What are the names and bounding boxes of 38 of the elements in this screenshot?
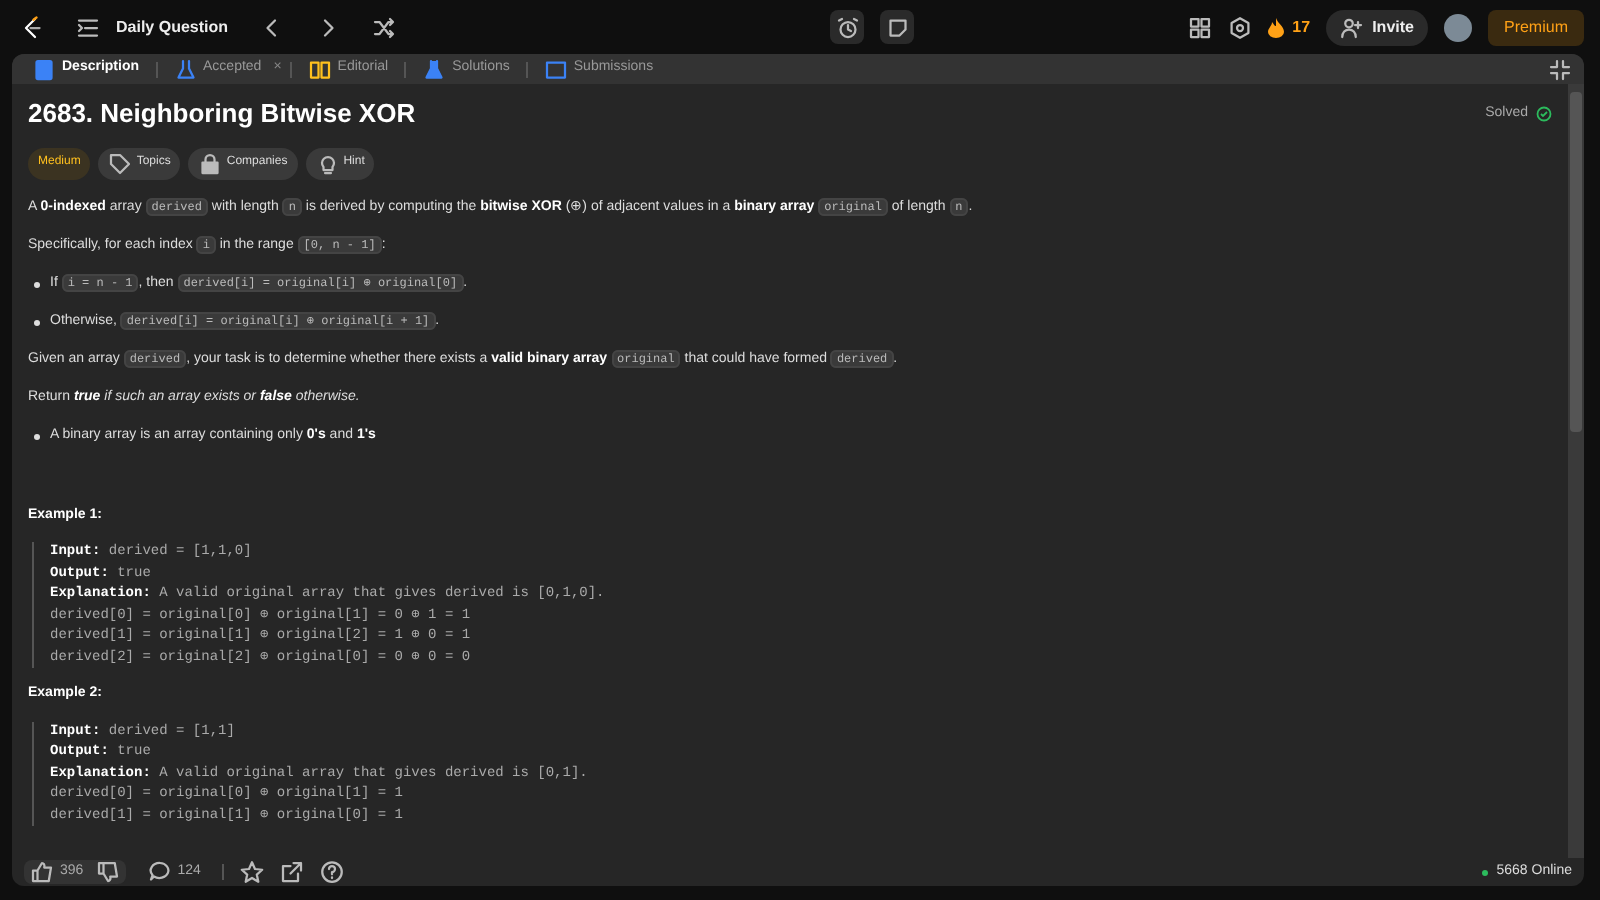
thumbs-up-icon (30, 860, 54, 884)
online-indicator (1482, 869, 1489, 875)
premium-button[interactable]: Premium (1487, 9, 1584, 45)
list-icon (76, 15, 100, 39)
share-icon[interactable] (280, 860, 305, 884)
lightbulb-icon (315, 151, 340, 176)
streak-count[interactable]: 17 (1292, 15, 1311, 39)
bullet-dot (34, 433, 40, 440)
shuffle-icon[interactable] (372, 15, 397, 39)
logo-icon[interactable] (20, 15, 44, 39)
note-icon (885, 15, 910, 39)
document-icon (32, 57, 56, 81)
problem-title: 2683. Neighboring Bitwise XOR (28, 98, 416, 130)
tag-icon (108, 151, 133, 176)
book-icon (307, 57, 332, 81)
star-icon[interactable] (240, 860, 265, 884)
flame-icon (1268, 17, 1285, 37)
avatar-circle[interactable] (1443, 13, 1472, 41)
daily-question-button[interactable]: Daily Question (76, 15, 229, 39)
grid-icon[interactable] (1188, 15, 1213, 39)
bullet-dot (34, 281, 40, 288)
lock-icon (198, 151, 223, 176)
settings-icon[interactable] (1228, 15, 1253, 39)
bullet-dot (34, 319, 40, 326)
invite-button[interactable]: Invite (1326, 9, 1428, 45)
thumbs-down-icon (95, 860, 120, 884)
flask-icon (173, 57, 198, 81)
person-add-icon (1340, 15, 1365, 39)
alarm-clock-button[interactable] (830, 10, 865, 44)
note-button[interactable] (880, 10, 915, 44)
alarm-clock-icon (835, 15, 860, 39)
flask-icon (422, 57, 447, 81)
check-circle-icon (1536, 105, 1552, 122)
scrollbar-thumb[interactable] (1570, 92, 1582, 432)
collapse-icon[interactable] (1548, 57, 1572, 81)
help-icon[interactable] (320, 860, 345, 884)
comment-icon (147, 860, 172, 884)
scrollbar[interactable] (1568, 84, 1584, 858)
